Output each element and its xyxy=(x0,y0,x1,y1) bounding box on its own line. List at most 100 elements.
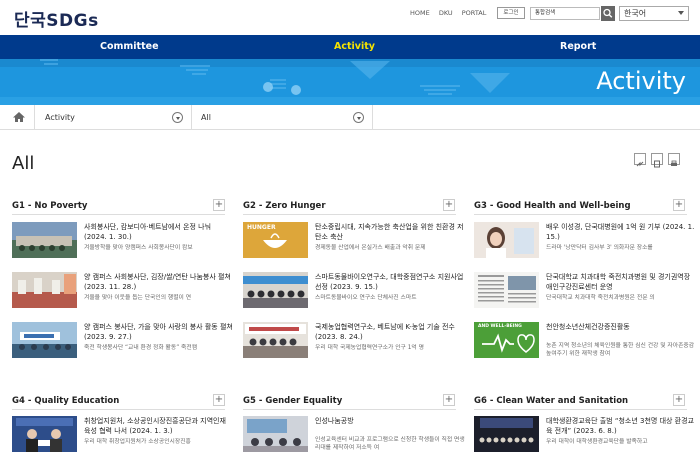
chevron-down-icon[interactable] xyxy=(172,112,183,123)
dku-link[interactable]: DKU xyxy=(439,9,453,17)
list-item[interactable]: 양 캠퍼스 사회봉사단, 김장/쌀/연탄 나눔봉사 펼쳐 (2023. 11. … xyxy=(12,272,237,308)
copy-icon xyxy=(654,160,660,168)
more-button-g6[interactable]: + xyxy=(673,394,685,406)
more-button-g1[interactable]: + xyxy=(213,199,225,211)
section-divider xyxy=(12,214,225,215)
login-button[interactable]: 로그인 xyxy=(497,7,525,19)
share-icon xyxy=(636,161,644,167)
banner-pattern xyxy=(0,59,700,105)
copy-button[interactable] xyxy=(651,153,663,168)
page: 단국SDGs HOME DKU PORTAL 로그인 통합검색 한국어 Comm… xyxy=(0,0,700,461)
top-links: HOME DKU PORTAL xyxy=(410,9,493,17)
site-logo[interactable]: 단국SDGs xyxy=(14,6,99,31)
item-title[interactable]: 인성나눔공방 xyxy=(315,416,465,426)
share-button[interactable] xyxy=(634,153,646,167)
section-divider xyxy=(243,214,456,215)
plus-icon: + xyxy=(214,199,224,210)
more-button-g2[interactable]: + xyxy=(443,199,455,211)
item-title[interactable]: 대학생환경교육단 출범 “청소년 3천명 대상 환경교육 전개” (2023. … xyxy=(546,416,696,436)
search-icon xyxy=(603,8,613,18)
home-link[interactable]: HOME xyxy=(410,9,430,17)
chevron-down-icon xyxy=(678,11,684,15)
section-title-g2[interactable]: G2 - Zero Hunger xyxy=(243,201,326,211)
plus-icon: + xyxy=(674,394,684,405)
item-desc: 경제동물 산업에서 온실가스 배출과 악취 문제 xyxy=(315,245,426,251)
item-thumbnail xyxy=(243,416,308,452)
breadcrumb: Activity All xyxy=(0,105,700,130)
item-thumbnail: AND WELL-BEING xyxy=(474,322,539,358)
item-desc: 드라마 '낭만닥터 김사부 3' 의화자문 장소를 xyxy=(546,245,653,251)
item-desc: 인성교육센터 비교과 프로그램으로 신청한 학생들이 직접 면생리대를 제작하여… xyxy=(315,437,465,451)
section-title-g4[interactable]: G4 - Quality Education xyxy=(12,396,119,406)
item-title[interactable]: 국제농업협력연구소, 베트남에 K-농업 기술 전수 (2023. 8. 24.… xyxy=(315,322,465,342)
list-item[interactable]: 배우 이성경, 단국대병원에 1억 원 기부 (2024. 1. 15.) 드라… xyxy=(474,222,699,258)
heartbeat-icon xyxy=(482,333,535,353)
main-nav: Committee Activity Report xyxy=(0,35,700,59)
list-item[interactable]: 취창업지원처, 소상공인시장진흥공단과 지역인재 육성 협력 나서 (2024.… xyxy=(12,416,237,452)
item-title[interactable]: 천안청소년산체건강증진활동 xyxy=(546,322,696,332)
section-title-g6[interactable]: G6 - Clean Water and Sanitation xyxy=(474,396,628,406)
print-icon xyxy=(671,160,677,166)
section-title-g5[interactable]: G5 - Gender Equality xyxy=(243,396,342,406)
more-button-g4[interactable]: + xyxy=(213,394,225,406)
section-title-g1[interactable]: G1 - No Poverty xyxy=(12,201,87,211)
portal-link[interactable]: PORTAL xyxy=(462,9,487,17)
item-title[interactable]: 사회봉사단, 캄보디아·베트남에서 온정 나눠 (2024. 1. 30.) xyxy=(84,222,234,242)
nav-activity[interactable]: Activity xyxy=(334,35,375,59)
item-title[interactable]: 단국대학교 치과대학 죽전치과병원 및 경기권역장애인구강진료센터 운영 xyxy=(546,272,696,292)
search-input[interactable]: 통합검색 xyxy=(530,7,600,20)
search-button[interactable] xyxy=(601,6,615,21)
list-item[interactable]: 양 캠퍼스 봉사단, 가을 맞아 사랑의 봉사 활동 펼쳐 (2023. 9. … xyxy=(12,322,237,358)
item-title[interactable]: 양 캠퍼스 봉사단, 가을 맞아 사랑의 봉사 활동 펼쳐 (2023. 9. … xyxy=(84,322,234,342)
item-thumbnail xyxy=(12,416,77,452)
section-divider xyxy=(474,409,687,410)
list-item[interactable]: 국제농업협력연구소, 베트남에 K-농업 기술 전수 (2023. 8. 24.… xyxy=(243,322,468,358)
breadcrumb-divider xyxy=(34,105,35,130)
item-thumbnail xyxy=(12,222,77,258)
item-desc: 우리 대학이 대학생환경교육단을 발족하고 xyxy=(546,439,648,445)
item-title[interactable]: 양 캠퍼스 사회봉사단, 김장/쌀/연탄 나눔봉사 펼쳐 (2023. 11. … xyxy=(84,272,234,292)
item-title[interactable]: 스마트동물바이오연구소, 대학중점연구소 지원사업 선정 (2023. 9. 1… xyxy=(315,272,465,292)
list-item[interactable]: 사회봉사단, 캄보디아·베트남에서 온정 나눠 (2024. 1. 30.) 겨… xyxy=(12,222,237,258)
item-thumbnail xyxy=(12,272,77,308)
list-item[interactable]: 스마트동물바이오연구소, 대학중점연구소 지원사업 선정 (2023. 9. 1… xyxy=(243,272,468,308)
plus-icon: + xyxy=(444,394,454,405)
language-select[interactable]: 한국어 xyxy=(619,6,689,21)
item-title[interactable]: 배우 이성경, 단국대병원에 1억 원 기부 (2024. 1. 15.) xyxy=(546,222,696,242)
item-desc: 스마트동물바이오 연구소 단체사진 스마트 xyxy=(315,295,417,301)
print-button[interactable] xyxy=(668,153,680,166)
breadcrumb-divider xyxy=(191,105,192,130)
item-desc: 우리 대학 국제농업협력연구소가 인구 1억 명 xyxy=(315,345,424,351)
section-divider xyxy=(243,409,456,410)
item-thumbnail: HUNGER xyxy=(243,222,308,258)
item-title[interactable]: 탄소중립시대, 지속가능한 축산업을 위한 친환경 저탄소 축산 xyxy=(315,222,465,242)
item-title[interactable]: 취창업지원처, 소상공인시장진흥공단과 지역인재 육성 협력 나서 (2024.… xyxy=(84,416,234,436)
plus-icon: + xyxy=(674,199,684,210)
item-thumbnail xyxy=(474,416,539,452)
list-item[interactable]: AND WELL-BEING 천안청소년산체건강증진활동 농촌 지역 청소년의 … xyxy=(474,322,699,358)
item-thumbnail xyxy=(243,322,308,358)
home-icon xyxy=(13,112,25,122)
item-desc: 겨울방학을 맞아 양캠퍼스 사회봉사단이 캄보 xyxy=(84,245,193,251)
item-thumbnail xyxy=(474,222,539,258)
chevron-down-icon[interactable] xyxy=(353,112,364,123)
list-item[interactable]: 단국대학교 치과대학 죽전치과병원 및 경기권역장애인구강진료센터 운영 단국대… xyxy=(474,272,699,308)
more-button-g5[interactable]: + xyxy=(443,394,455,406)
list-item[interactable]: HUNGER 탄소중립시대, 지속가능한 축산업을 위한 친환경 저탄소 축산 … xyxy=(243,222,468,258)
list-item[interactable]: 대학생환경교육단 출범 “청소년 3천명 대상 환경교육 전개” (2023. … xyxy=(474,416,699,452)
breadcrumb-level2[interactable]: All xyxy=(201,105,211,130)
banner-title: Activity xyxy=(596,67,686,95)
breadcrumb-level1[interactable]: Activity xyxy=(45,105,75,130)
item-desc: 죽전 학생봉사단 “교내 환경 정화 활동” 죽전캠 xyxy=(84,345,198,351)
list-item[interactable]: 인성나눔공방 인성교육센터 비교과 프로그램으로 신청한 학생들이 직접 면생리… xyxy=(243,416,468,452)
section-title-g3[interactable]: G3 - Good Health and Well-being xyxy=(474,201,631,211)
more-button-g3[interactable]: + xyxy=(673,199,685,211)
item-thumbnail xyxy=(12,322,77,358)
item-desc: 겨울을 맞아 이웃을 돕는 단국인의 행렬이 연 xyxy=(84,295,192,301)
plus-icon: + xyxy=(444,199,454,210)
page-banner: Activity xyxy=(0,59,700,105)
nav-report[interactable]: Report xyxy=(560,35,596,59)
breadcrumb-home[interactable] xyxy=(8,109,30,126)
nav-committee[interactable]: Committee xyxy=(100,35,159,59)
item-thumbnail xyxy=(474,272,539,308)
